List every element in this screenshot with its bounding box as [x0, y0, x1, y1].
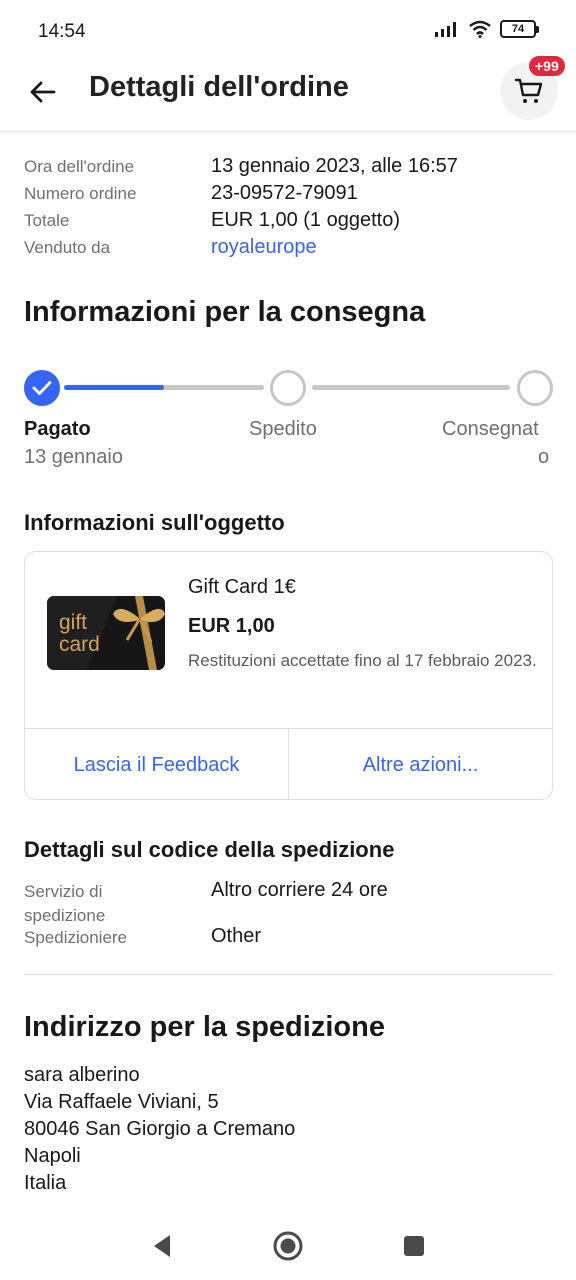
- status-icons: 74: [434, 20, 539, 38]
- carrier-label: Spedizioniere: [24, 928, 128, 947]
- cart-icon: [514, 78, 543, 103]
- step-delivered-circle: [517, 370, 553, 406]
- item-actions: Lascia il Feedback Altre azioni...: [25, 728, 552, 799]
- arrow-left-icon: [30, 81, 56, 103]
- step-delivered-label-wrap: o: [538, 446, 550, 468]
- leave-feedback-button[interactable]: Lascia il Feedback: [25, 729, 288, 799]
- app-header: Dettagli dell'ordine +99: [0, 54, 576, 132]
- square-recents-icon: [404, 1236, 424, 1256]
- order-number-row: Numero ordine 23-09572-79091: [24, 180, 554, 207]
- item-card: gift card Gift Card 1€ EUR 1,00 Restituz…: [24, 551, 553, 800]
- delivery-tracker: [24, 368, 554, 408]
- step-paid-date: 13 gennaio: [24, 446, 123, 468]
- page-title: Dettagli dell'ordine: [89, 71, 349, 103]
- signal-icon: [435, 22, 456, 37]
- address-section-title: Indirizzo per la spedizione: [24, 1011, 385, 1043]
- system-nav-bar: [0, 1210, 576, 1280]
- carrier-value: Other: [211, 925, 262, 947]
- item-title[interactable]: Gift Card 1€: [188, 576, 296, 599]
- order-total-row: Totale EUR 1,00 (1 oggetto): [24, 207, 554, 234]
- triangle-back-icon: [154, 1235, 170, 1257]
- address-street: Via Raffaele Viviani, 5: [24, 1091, 219, 1113]
- status-time: 14:54: [38, 21, 86, 42]
- nav-home-button[interactable]: [272, 1230, 304, 1262]
- shipping-service-value: Altro corriere 24 ore: [211, 879, 388, 901]
- order-total-value: EUR 1,00 (1 oggetto): [211, 209, 400, 231]
- step-shipped-label: Spedito: [249, 418, 317, 440]
- thumbnail-text: gift card: [59, 612, 100, 656]
- cart-count-badge: +99: [527, 54, 567, 78]
- section-divider: [24, 974, 553, 975]
- circle-home-icon: [273, 1231, 303, 1261]
- order-total-label: Totale: [24, 210, 70, 230]
- order-number-value: 23-09572-79091: [211, 182, 358, 204]
- step-delivered-label: Consegnat: [442, 418, 539, 440]
- address-province: Napoli: [24, 1145, 81, 1167]
- order-time-label: Ora dell'ordine: [24, 156, 135, 176]
- shipping-code-section-title: Dettagli sul codice della spedizione: [24, 837, 395, 862]
- back-button[interactable]: [24, 74, 60, 110]
- seller-link[interactable]: royaleurope: [211, 236, 317, 259]
- tracker-bar-1-progress: [64, 385, 164, 390]
- order-time-row: Ora dell'ordine 13 gennaio 2023, alle 16…: [24, 153, 554, 180]
- step-shipped-circle: [270, 370, 306, 406]
- battery-icon: 74: [500, 20, 539, 38]
- seller-label: Venduto da: [24, 237, 111, 257]
- item-return-policy: Restituzioni accettate fino al 17 febbra…: [188, 651, 537, 670]
- item-section-title: Informazioni sull'oggetto: [24, 510, 285, 535]
- delivery-section-title: Informazioni per la consegna: [24, 296, 426, 328]
- nav-back-button[interactable]: [146, 1230, 178, 1262]
- tracker-bar-2: [312, 385, 510, 390]
- item-thumbnail[interactable]: gift card: [47, 596, 165, 670]
- wifi-icon: [469, 20, 491, 38]
- thumbnail-text-line1: gift: [59, 611, 88, 634]
- order-number-label: Numero ordine: [24, 183, 137, 203]
- shipping-address: sara alberino Via Raffaele Viviani, 5 80…: [24, 1062, 295, 1197]
- more-actions-button[interactable]: Altre azioni...: [288, 729, 552, 799]
- address-city: 80046 San Giorgio a Cremano: [24, 1118, 296, 1140]
- thumbnail-text-line2: card: [59, 633, 100, 656]
- step-paid-circle: [24, 370, 60, 406]
- address-country: Italia: [24, 1172, 67, 1194]
- battery-level: 74: [511, 23, 525, 35]
- nav-recents-button[interactable]: [398, 1230, 430, 1262]
- check-icon: [32, 381, 52, 395]
- order-summary: Ora dell'ordine 13 gennaio 2023, alle 16…: [24, 153, 554, 261]
- shipping-service-label: Servizio di spedizione: [24, 882, 106, 925]
- address-name: sara alberino: [24, 1064, 140, 1086]
- status-bar: 14:54 74: [0, 0, 576, 60]
- item-price: EUR 1,00: [188, 615, 275, 637]
- step-paid-label: Pagato: [24, 418, 91, 440]
- seller-row: Venduto da royaleurope: [24, 234, 554, 261]
- order-time-value: 13 gennaio 2023, alle 16:57: [211, 155, 458, 177]
